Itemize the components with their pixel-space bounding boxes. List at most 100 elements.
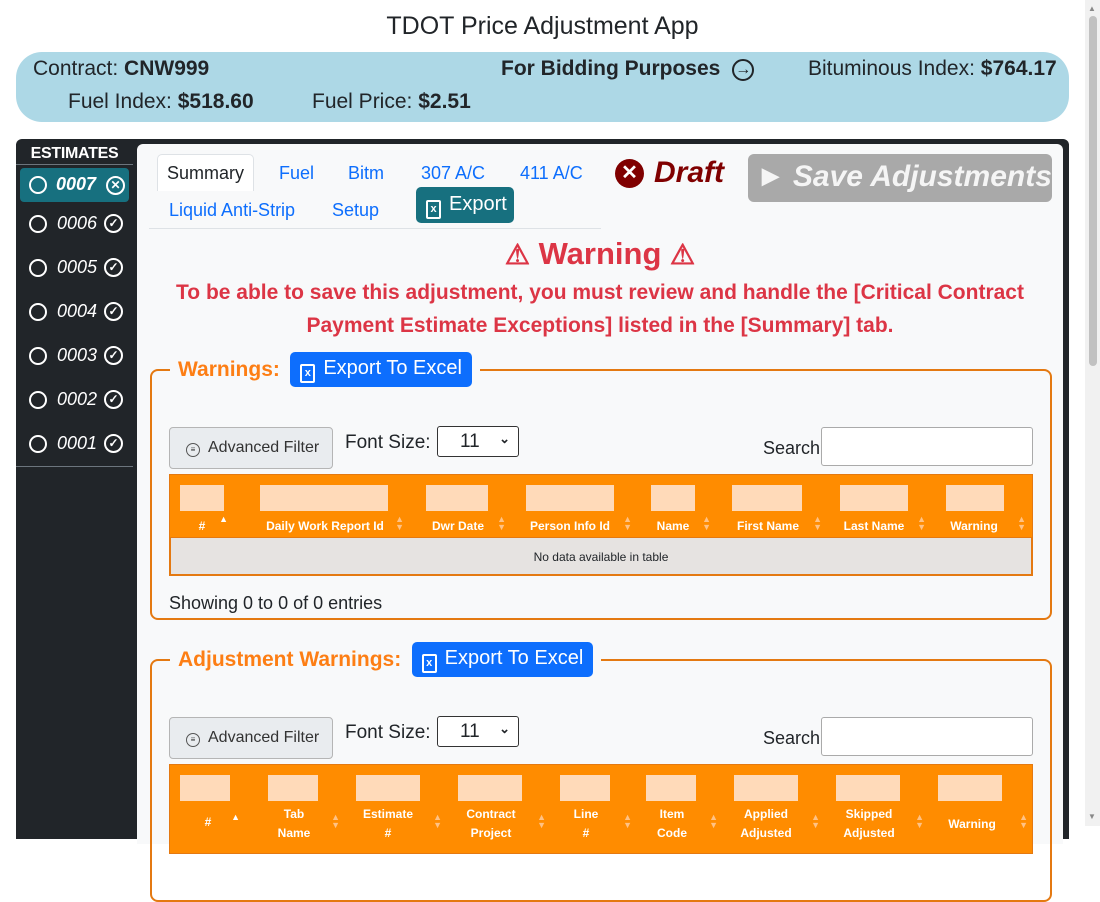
- tab-summary[interactable]: Summary: [157, 154, 255, 191]
- column-header[interactable]: # ▲: [170, 765, 246, 853]
- warning-triangle-icon: ⚠: [670, 239, 696, 270]
- radio-icon: [29, 435, 47, 453]
- arrow-right-circle-icon: →: [732, 59, 755, 81]
- tab-liquid-anti-strip[interactable]: Liquid Anti-Strip: [169, 200, 295, 221]
- sidebar-header: ESTIMATES: [16, 139, 133, 165]
- column-header[interactable]: First Name ▲ ▼: [722, 475, 822, 537]
- column-header[interactable]: Dwr Date ▲ ▼: [416, 475, 506, 537]
- font-size-select[interactable]: 11 ⌄: [437, 716, 519, 747]
- tab-fuel[interactable]: Fuel: [279, 163, 314, 184]
- table-info: Showing 0 to 0 of 0 entries: [169, 593, 383, 613]
- excel-file-icon: x: [421, 654, 437, 673]
- tab-setup[interactable]: Setup: [332, 200, 379, 221]
- warning-title: ⚠ Warning ⚠: [137, 236, 1063, 272]
- column-header[interactable]: Applied Adjusted ▲ ▼: [726, 765, 820, 853]
- column-filter-input[interactable]: [268, 775, 318, 801]
- column-filter-input[interactable]: [734, 775, 798, 801]
- font-size-label: Font Size:: [345, 432, 431, 453]
- fuel-index: Fuel Index: $518.60: [68, 90, 254, 114]
- check-circle-icon: ✓: [104, 346, 123, 365]
- sort-icon: ▲ ▼: [915, 812, 924, 830]
- save-adjustments-button[interactable]: ▶ Save Adjustments: [748, 154, 1052, 202]
- chevron-down-icon: ⌄: [499, 431, 510, 446]
- estimate-item-0005[interactable]: 0005 ✓: [16, 246, 133, 290]
- play-icon: ▶: [762, 163, 779, 188]
- column-header[interactable]: Warning ▲ ▼: [930, 765, 1028, 853]
- fuel-price-value: $2.51: [418, 90, 471, 113]
- scroll-down-arrow-icon[interactable]: ▼: [1088, 812, 1096, 821]
- estimate-item-0003[interactable]: 0003 ✓: [16, 334, 133, 378]
- column-header[interactable]: Line # ▲ ▼: [554, 765, 632, 853]
- column-header[interactable]: Skipped Adjusted ▲ ▼: [828, 765, 924, 853]
- estimate-item-0007[interactable]: 0007 ✕: [20, 168, 129, 202]
- sort-icon: ▲ ▼: [811, 812, 820, 830]
- check-circle-icon: ✓: [104, 390, 123, 409]
- radio-icon: [29, 215, 47, 233]
- bidding-purposes-link[interactable]: For Bidding Purposes →: [501, 57, 755, 81]
- column-header[interactable]: Daily Work Report Id ▲ ▼: [250, 475, 404, 537]
- radio-icon: [29, 391, 47, 409]
- column-filter-input[interactable]: [560, 775, 610, 801]
- estimate-item-0002[interactable]: 0002 ✓: [16, 378, 133, 422]
- filter-icon: ≡: [186, 443, 200, 457]
- export-button[interactable]: x Export: [416, 187, 514, 223]
- column-filter-input[interactable]: [356, 775, 420, 801]
- sidebar-divider: [16, 466, 133, 467]
- advanced-filter-button[interactable]: ≡ Advanced Filter: [169, 717, 333, 759]
- adjustment-warnings-legend: Adjustment Warnings: x Export To Excel: [170, 642, 601, 677]
- estimate-label: 0001: [57, 433, 98, 453]
- search-input[interactable]: [821, 427, 1033, 466]
- sort-icon: ▲ ▼: [1017, 514, 1026, 532]
- column-filter-input[interactable]: [732, 485, 802, 511]
- column-filter-input[interactable]: [651, 485, 695, 511]
- tab-bitm[interactable]: Bitm: [348, 163, 384, 184]
- column-filter-input[interactable]: [458, 775, 522, 801]
- column-filter-input[interactable]: [426, 485, 488, 511]
- column-filter-input[interactable]: [180, 775, 230, 801]
- column-filter-input[interactable]: [840, 485, 908, 511]
- check-circle-icon: ✓: [104, 258, 123, 277]
- column-header[interactable]: Estimate # ▲ ▼: [348, 765, 442, 853]
- column-filter-input[interactable]: [646, 775, 696, 801]
- column-header[interactable]: Person Info Id ▲ ▼: [516, 475, 632, 537]
- scrollbar-thumb[interactable]: [1089, 16, 1097, 366]
- radio-icon: [29, 347, 47, 365]
- fuel-index-label: Fuel Index:: [68, 90, 172, 113]
- warning-title-text: Warning: [538, 236, 662, 271]
- warning-message: To be able to save this adjustment, you …: [176, 281, 1024, 337]
- x-circle-icon: ✕: [106, 176, 125, 195]
- sort-asc-icon: ▲: [231, 812, 240, 822]
- column-filter-input[interactable]: [946, 485, 1004, 511]
- sort-icon: ▲ ▼: [709, 812, 718, 830]
- x-circle-icon: ✕: [615, 159, 644, 188]
- column-header[interactable]: Warning ▲ ▼: [936, 475, 1026, 537]
- export-to-excel-button[interactable]: x Export To Excel: [290, 352, 472, 387]
- estimate-item-0001[interactable]: 0001 ✓: [16, 422, 133, 466]
- column-header[interactable]: Item Code ▲ ▼: [640, 765, 718, 853]
- filter-icon: ≡: [186, 733, 200, 747]
- advanced-filter-button[interactable]: ≡ Advanced Filter: [169, 427, 333, 469]
- column-header[interactable]: # ▲: [170, 475, 234, 537]
- scroll-up-arrow-icon[interactable]: ▲: [1088, 4, 1096, 13]
- export-to-excel-button[interactable]: x Export To Excel: [411, 642, 594, 677]
- bituminous-value: $764.17: [980, 57, 1057, 80]
- vertical-scrollbar[interactable]: ▲ ▼: [1085, 0, 1100, 826]
- tab-411-ac[interactable]: 411 A/C: [520, 163, 583, 184]
- search-input[interactable]: [821, 717, 1033, 756]
- column-header[interactable]: Name ▲ ▼: [641, 475, 711, 537]
- column-header[interactable]: Tab Name ▲ ▼: [262, 765, 340, 853]
- column-header[interactable]: Contract Project ▲ ▼: [450, 765, 546, 853]
- column-filter-input[interactable]: [938, 775, 1002, 801]
- excel-file-icon: x: [426, 200, 441, 219]
- estimate-item-0004[interactable]: 0004 ✓: [16, 290, 133, 334]
- search-label: Search:: [763, 438, 826, 458]
- column-filter-input[interactable]: [526, 485, 614, 511]
- tab-307-ac[interactable]: 307 A/C: [421, 163, 485, 184]
- column-filter-input[interactable]: [180, 485, 224, 511]
- column-filter-input[interactable]: [836, 775, 900, 801]
- column-header[interactable]: Last Name ▲ ▼: [830, 475, 926, 537]
- font-size-select[interactable]: 11 ⌄: [437, 426, 519, 457]
- save-label: Save Adjustments: [792, 160, 1052, 193]
- column-filter-input[interactable]: [260, 485, 388, 511]
- estimate-item-0006[interactable]: 0006 ✓: [16, 202, 133, 246]
